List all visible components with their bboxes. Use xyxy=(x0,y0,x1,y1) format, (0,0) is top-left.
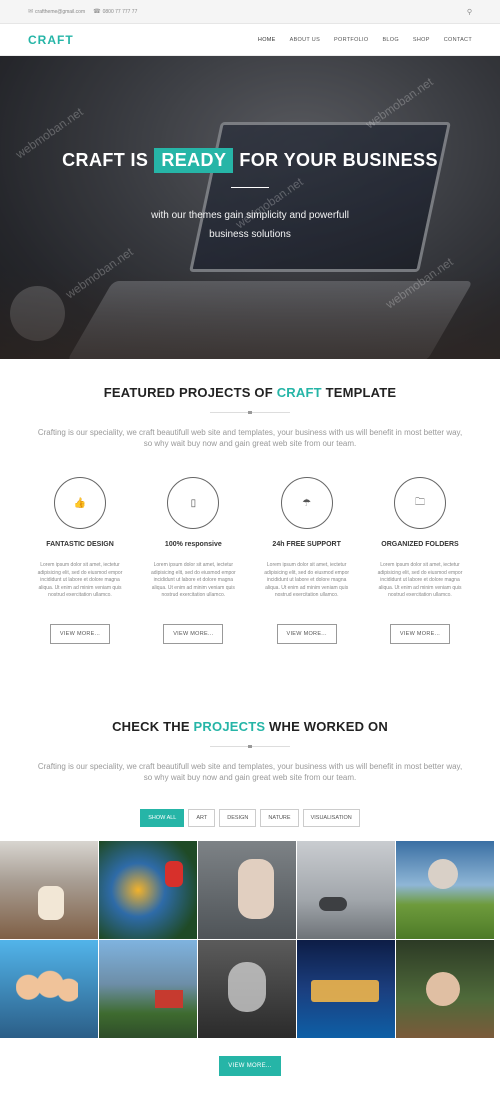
featured-title-accent: CRAFT xyxy=(276,385,322,400)
feature-text: Lorem ipsum dolor sit amet, iectetur adi… xyxy=(37,562,123,598)
projects-description: Crafting is our speciality, we craft bea… xyxy=(37,762,463,782)
project-thumbnail-pigeon[interactable] xyxy=(297,841,395,939)
feature-title: ORGANIZED FOLDERS xyxy=(381,541,459,548)
umbrella-icon: ☂ xyxy=(280,477,333,529)
thumbs-up-icon: 👍 xyxy=(54,477,106,529)
nav-item-home[interactable]: HOME xyxy=(258,37,276,43)
nav-item-blog[interactable]: BLOG xyxy=(382,37,398,43)
project-thumbnail-child-peeking[interactable] xyxy=(396,940,494,1038)
filter-visualisation[interactable]: VISUALISATION xyxy=(302,809,360,827)
contact-info: ✉ craftheme@gmail.com ☎ 0800 77 777 77 xyxy=(28,8,138,16)
gallery-view-more-button[interactable]: VIEW MORE... xyxy=(219,1056,281,1076)
feature-text: Lorem ipsum dolor sit amet, iectetur adi… xyxy=(150,562,236,598)
hero-subtitle-line-2: business solutions xyxy=(209,229,291,240)
hero-subtitle-line-1: with our themes gain simplicity and powe… xyxy=(151,210,349,221)
featured-section: FEATURED PROJECTS OF CRAFT TEMPLATE Craf… xyxy=(0,359,500,679)
filter-art[interactable]: ART xyxy=(188,809,216,827)
phone-contact[interactable]: ☎ 0800 77 777 77 xyxy=(93,8,138,16)
hero-divider xyxy=(231,187,269,188)
email-text: craftheme@gmail.com xyxy=(35,8,86,15)
project-thumbnail-red-house[interactable] xyxy=(99,940,197,1038)
main-nav: CRAFT HOME ABOUT US PORTFOLIO BLOG SHOP … xyxy=(0,24,500,56)
hero-banner: webmoban.net webmoban.net webmoban.net w… xyxy=(0,56,500,359)
top-bar: ✉ craftheme@gmail.com ☎ 0800 77 777 77 ⚲ xyxy=(0,0,500,24)
logo[interactable]: CRAFT xyxy=(28,33,74,47)
feature-title: 24h FREE SUPPORT xyxy=(272,541,341,548)
feature-card: 👍 FANTASTIC DESIGN Lorem ipsum dolor sit… xyxy=(34,477,126,644)
filter-nature[interactable]: NATURE xyxy=(260,809,299,827)
projects-title: CHECK THE PROJECTS WHE WORKED ON xyxy=(0,719,500,734)
featured-description: Crafting is our speciality, we craft bea… xyxy=(37,428,463,448)
projects-title-accent: PROJECTS xyxy=(193,719,266,734)
email-contact[interactable]: ✉ craftheme@gmail.com xyxy=(28,8,86,16)
filter-design[interactable]: DESIGN xyxy=(219,809,257,827)
featured-title-end: TEMPLATE xyxy=(325,385,397,400)
feature-text: Lorem ipsum dolor sit amet, iectetur adi… xyxy=(264,562,350,598)
feature-card: ▯ 100% responsive Lorem ipsum dolor sit … xyxy=(147,477,239,644)
nav-item-portfolio[interactable]: PORTFOLIO xyxy=(334,37,368,43)
tablet-icon: ▯ xyxy=(167,477,220,529)
filter-show-all[interactable]: SHOW ALL xyxy=(140,809,185,827)
project-gallery xyxy=(0,841,500,1038)
hero-title-end: FOR YOUR BUSINESS xyxy=(239,150,438,170)
hero-title-highlight: READY xyxy=(154,148,234,173)
hero-content: CRAFT IS READY FOR YOUR BUSINESS with ou… xyxy=(0,148,500,244)
nav-item-about-us[interactable]: ABOUT US xyxy=(290,37,320,43)
project-thumbnail-parrots[interactable] xyxy=(99,841,197,939)
phone-icon: ☎ xyxy=(93,9,101,15)
features-row: 👍 FANTASTIC DESIGN Lorem ipsum dolor sit… xyxy=(0,477,500,644)
feature-title: 100% responsive xyxy=(164,541,222,548)
feature-card: 🗀 ORGANIZED FOLDERS Lorem ipsum dolor si… xyxy=(374,477,466,644)
project-filters: SHOW ALL ART DESIGN NATURE VISUALISATION xyxy=(0,809,500,827)
nav-item-contact[interactable]: CONTACT xyxy=(444,37,472,43)
project-thumbnail-finger-faces[interactable] xyxy=(0,940,98,1038)
view-more-button[interactable]: VIEW MORE... xyxy=(49,624,111,644)
view-more-button[interactable]: VIEW MORE... xyxy=(389,624,451,644)
project-thumbnail-resort-night[interactable] xyxy=(297,940,395,1038)
search-icon[interactable]: ⚲ xyxy=(467,8,472,16)
folder-icon: 🗀 xyxy=(393,477,446,529)
section-divider xyxy=(210,411,290,414)
project-thumbnail-child-on-floor[interactable] xyxy=(0,841,98,939)
feature-text: Lorem ipsum dolor sit amet, iectetur adi… xyxy=(377,562,463,598)
projects-section: CHECK THE PROJECTS WHE WORKED ON Craftin… xyxy=(0,679,500,1076)
project-thumbnail-child-portrait[interactable] xyxy=(198,940,296,1038)
featured-title-start: FEATURED PROJECTS OF xyxy=(103,385,273,400)
phone-text: 0800 77 777 77 xyxy=(102,8,138,15)
menu: HOME ABOUT US PORTFOLIO BLOG SHOP CONTAC… xyxy=(258,37,472,43)
view-more-button[interactable]: VIEW MORE... xyxy=(163,624,224,644)
mail-icon: ✉ xyxy=(28,9,34,15)
view-more-button[interactable]: VIEW MORE... xyxy=(276,624,337,644)
projects-title-end: WHE WORKED ON xyxy=(269,719,388,734)
nav-item-shop[interactable]: SHOP xyxy=(413,37,430,43)
hero-title-start: CRAFT IS xyxy=(62,150,149,170)
project-thumbnail-child-sitting[interactable] xyxy=(198,841,296,939)
feature-title: FANTASTIC DESIGN xyxy=(46,541,114,548)
feature-card: ☂ 24h FREE SUPPORT Lorem ipsum dolor sit… xyxy=(261,477,353,644)
hero-title: CRAFT IS READY FOR YOUR BUSINESS xyxy=(0,148,500,173)
section-divider xyxy=(210,745,290,748)
featured-title: FEATURED PROJECTS OF CRAFT TEMPLATE xyxy=(0,385,500,400)
project-thumbnail-landscape[interactable] xyxy=(396,841,494,939)
projects-title-start: CHECK THE xyxy=(112,719,190,734)
view-more-wrap: VIEW MORE... xyxy=(0,1054,500,1076)
